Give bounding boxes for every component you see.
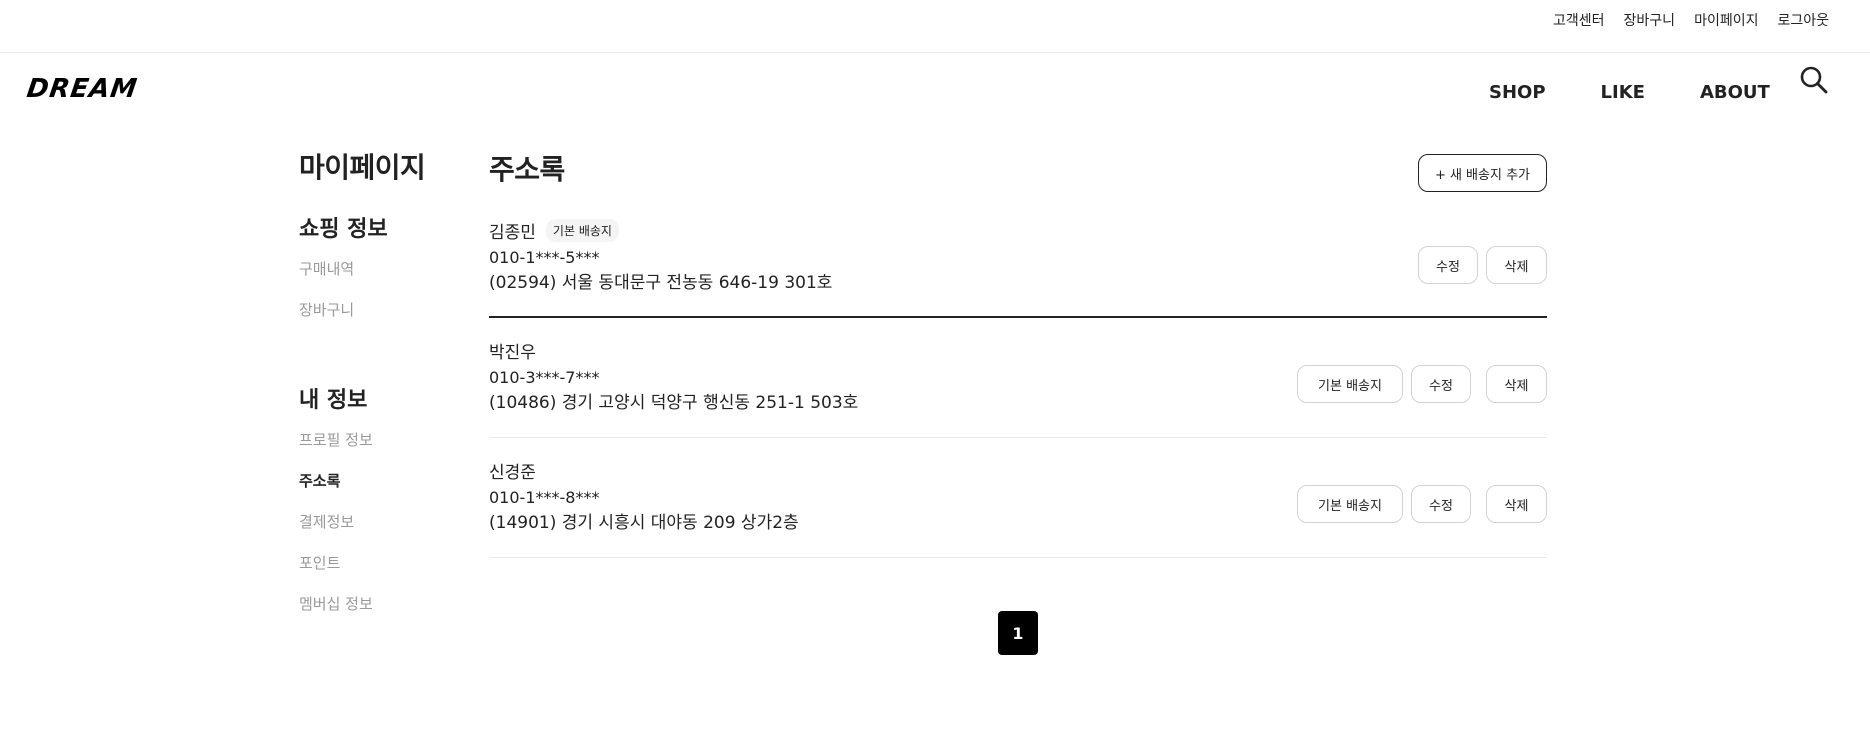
cart-link[interactable]: 장바구니	[1624, 10, 1676, 30]
address-name-row: 신경준	[489, 457, 1547, 483]
nav-like[interactable]: LIKE	[1601, 82, 1645, 103]
address-list: 김종민 기본 배송지 010-1***-5*** (02594) 서울 동대문구…	[489, 217, 1547, 558]
sidebar-item-membership[interactable]: 멤버십 정보	[299, 594, 459, 614]
address-name: 김종민	[489, 222, 536, 243]
sidebar-title: 마이페이지	[299, 151, 426, 184]
address-actions: 수정 삭제	[1418, 246, 1547, 284]
logo[interactable]: DREAM	[25, 74, 140, 104]
delete-button[interactable]: 삭제	[1486, 246, 1547, 284]
sidebar-item-payment[interactable]: 결제정보	[299, 512, 459, 532]
pagination: 1	[998, 611, 1038, 655]
address-name: 신경준	[489, 462, 536, 483]
sidebar-item-profile[interactable]: 프로필 정보	[299, 430, 459, 450]
address-item-default: 김종민 기본 배송지 010-1***-5*** (02594) 서울 동대문구…	[489, 217, 1547, 318]
page-title: 주소록	[489, 153, 565, 186]
set-default-button[interactable]: 기본 배송지	[1297, 485, 1403, 523]
set-default-button[interactable]: 기본 배송지	[1297, 365, 1403, 403]
address-item: 신경준 010-1***-8*** (14901) 경기 시흥시 대야동 209…	[489, 438, 1547, 558]
edit-button[interactable]: 수정	[1411, 365, 1471, 403]
main-header: DREAM SHOP LIKE ABOUT	[0, 54, 1870, 124]
delete-button[interactable]: 삭제	[1486, 365, 1547, 403]
address-name-row: 김종민 기본 배송지	[489, 217, 1547, 243]
main-nav: SHOP LIKE ABOUT	[1489, 82, 1770, 103]
address-item: 박진우 010-3***-7*** (10486) 경기 고양시 덕양구 행신동…	[489, 318, 1547, 438]
edit-button[interactable]: 수정	[1411, 485, 1471, 523]
delete-button[interactable]: 삭제	[1486, 485, 1547, 523]
address-actions: 기본 배송지 수정 삭제	[1297, 485, 1547, 523]
address-actions: 기본 배송지 수정 삭제	[1297, 365, 1547, 403]
sidebar-group-shopping: 쇼핑 정보	[299, 217, 388, 242]
nav-about[interactable]: ABOUT	[1700, 82, 1770, 103]
default-badge: 기본 배송지	[545, 218, 619, 242]
sidebar-item-address-book[interactable]: 주소록	[299, 471, 459, 491]
edit-button[interactable]: 수정	[1418, 246, 1478, 284]
mypage-link[interactable]: 마이페이지	[1694, 10, 1758, 30]
logout-link[interactable]: 로그아웃	[1777, 10, 1829, 30]
mypage-sidebar: 마이페이지 쇼핑 정보 구매내역 장바구니 내 정보 프로필 정보 주소록 결제…	[299, 146, 459, 614]
nav-shop[interactable]: SHOP	[1489, 82, 1546, 103]
address-name: 박진우	[489, 342, 536, 363]
page-number-current[interactable]: 1	[998, 611, 1038, 655]
address-name-row: 박진우	[489, 337, 1547, 363]
top-utility-bar: 고객센터 장바구니 마이페이지 로그아웃	[0, 0, 1870, 53]
address-book-content: 주소록 + 새 배송지 추가 김종민 기본 배송지 010-1***-5*** …	[489, 148, 1547, 558]
utility-links: 고객센터 장바구니 마이페이지 로그아웃	[1553, 10, 1829, 30]
sidebar-item-orders[interactable]: 구매내역	[299, 259, 459, 279]
sidebar-group-myinfo: 내 정보	[299, 388, 368, 413]
address-text: (02594) 서울 동대문구 전농동 646-19 301호	[489, 273, 833, 293]
sidebar-item-cart[interactable]: 장바구니	[299, 300, 459, 320]
add-address-button[interactable]: + 새 배송지 추가	[1417, 154, 1547, 192]
search-icon[interactable]	[1798, 64, 1830, 96]
sidebar-item-points[interactable]: 포인트	[299, 553, 459, 573]
address-phone: 010-1***-5***	[489, 248, 600, 267]
customer-center-link[interactable]: 고객센터	[1553, 10, 1605, 30]
